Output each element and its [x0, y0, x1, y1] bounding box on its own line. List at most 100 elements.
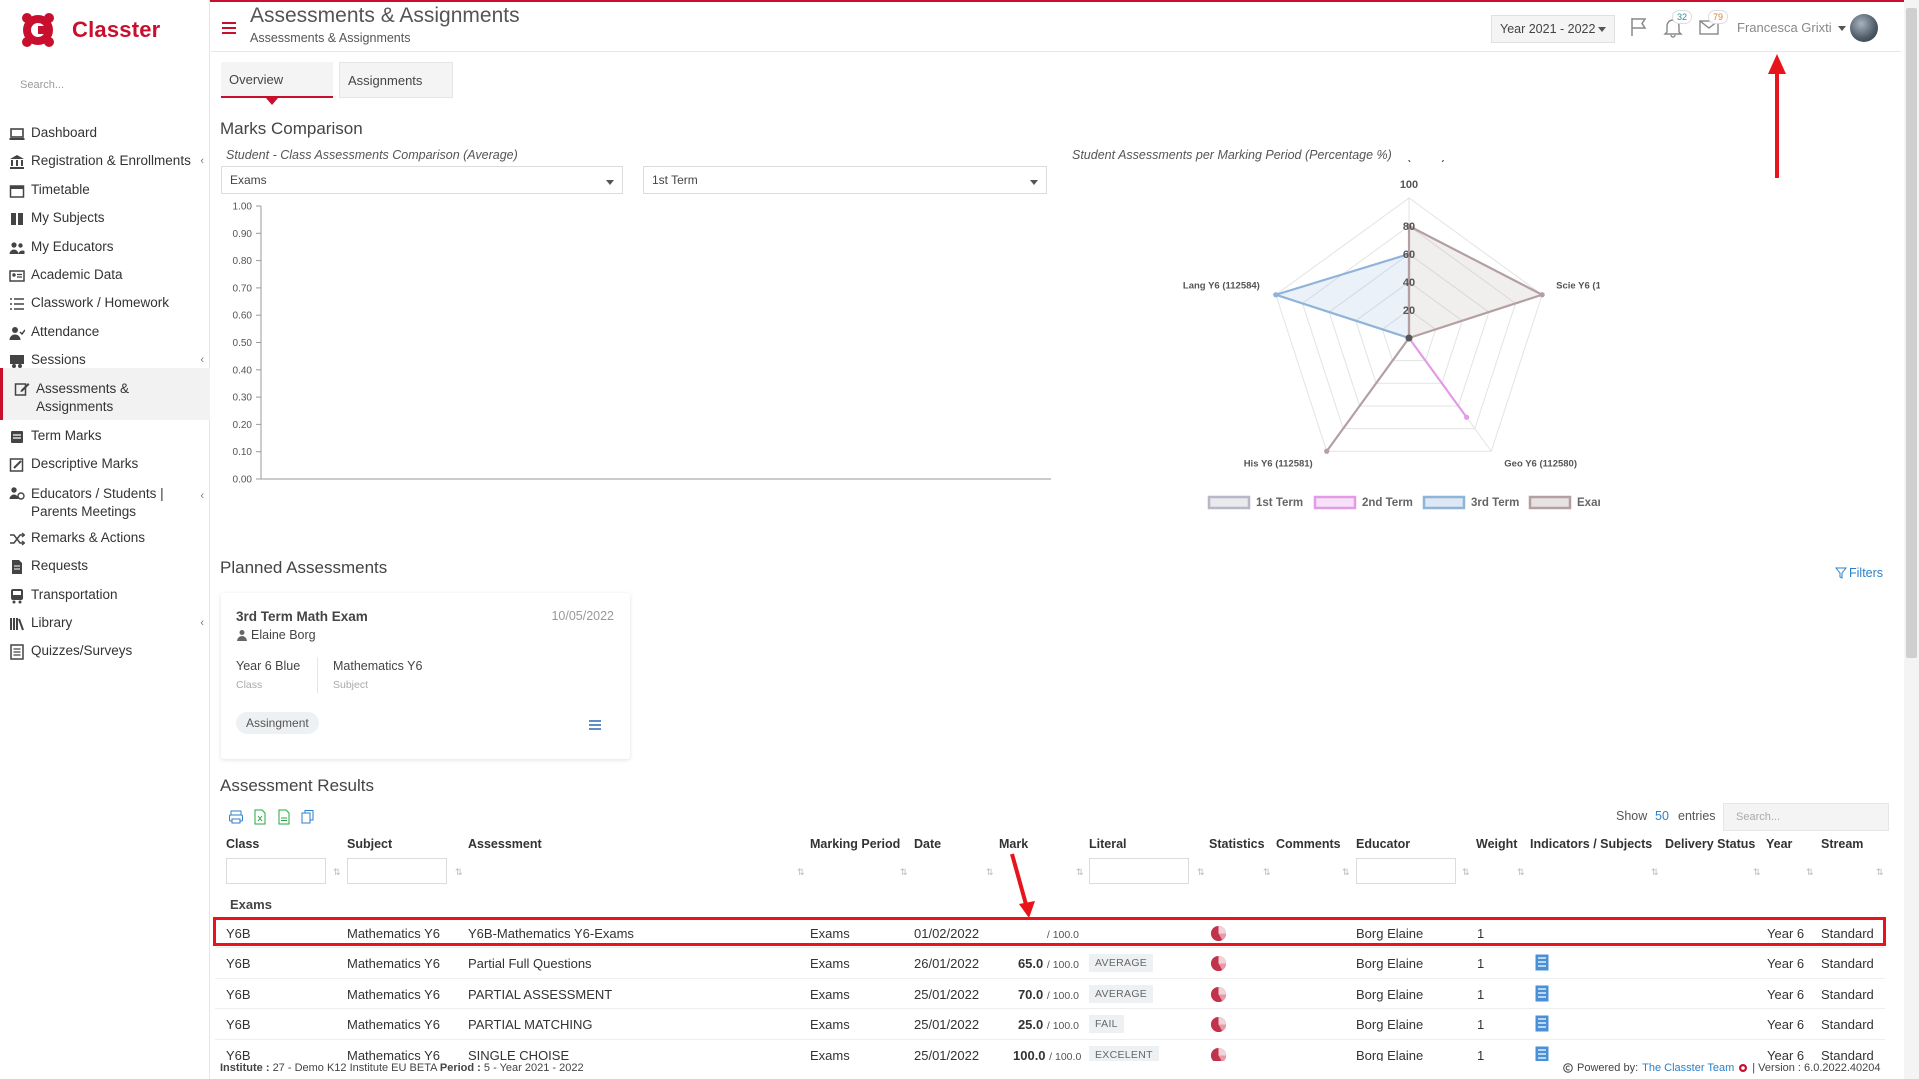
sidebar-item-dashboard[interactable]: Dashboard [0, 125, 210, 142]
column-header-comments[interactable]: Comments [1276, 837, 1341, 851]
app-logo[interactable]: Classter [18, 10, 160, 50]
sidebar-item-assessments-assignments[interactable]: Assessments & Assignments [0, 368, 210, 420]
table-row[interactable]: Y6B Mathematics Y6 SINGLE CHOISE Exams 25/01… [215, 1039, 1885, 1061]
column-header-educator[interactable]: Educator [1356, 837, 1410, 851]
sidebar-item-transportation[interactable]: Transportation [0, 587, 210, 604]
y-tick-label: 0.50 [233, 338, 253, 349]
column-header-delivery-status[interactable]: Delivery Status [1665, 837, 1755, 851]
sort-icon[interactable]: ⇅ [1342, 867, 1350, 878]
indicators-list-icon[interactable] [1535, 954, 1549, 971]
powered-link[interactable]: The Classter Team [1642, 1062, 1734, 1074]
filters-button[interactable]: Filters [1835, 566, 1883, 580]
sort-icon[interactable]: ⇅ [455, 867, 463, 878]
sidebar-item-my-subjects[interactable]: My Subjects [0, 210, 210, 227]
user-menu[interactable]: Francesca Grixti [1737, 20, 1832, 35]
sidebar-item-classwork-homework[interactable]: Classwork / Homework [0, 295, 210, 312]
indicators-list-icon[interactable] [1535, 1015, 1549, 1032]
sort-icon[interactable]: ⇅ [1197, 867, 1205, 878]
copy-icon[interactable] [300, 809, 316, 825]
table-row[interactable]: Y6B Mathematics Y6 PARTIAL ASSESSMENT Exams… [215, 978, 1885, 1008]
page-length-select[interactable]: 50 [1655, 809, 1669, 823]
excel-export-icon[interactable] [252, 809, 268, 825]
indicators-list-icon[interactable] [1535, 1046, 1549, 1061]
cell-period: Exams [810, 956, 850, 971]
column-filter-input[interactable] [1356, 858, 1456, 884]
version-text: | Version : 6.0.2022.40204 [1752, 1062, 1881, 1074]
sort-icon[interactable]: ⇅ [797, 867, 805, 878]
sidebar-item-registration-enrollments[interactable]: Registration & Enrollments ‹ [0, 153, 210, 170]
legend-label[interactable]: 3rd Term [1471, 497, 1519, 509]
sidebar-item-requests[interactable]: Requests [0, 558, 210, 575]
sort-icon[interactable]: ⇅ [986, 867, 994, 878]
column-header-marking-period[interactable]: Marking Period [810, 837, 900, 851]
sidebar-item-descriptive-marks[interactable]: Descriptive Marks [0, 456, 210, 473]
sidebar-item-my-educators[interactable]: My Educators [0, 239, 210, 256]
sidebar-item-educators-students-parents-meetings[interactable]: Educators / Students | Parents Meetings ‹ [0, 485, 210, 521]
sort-icon[interactable]: ⇅ [1806, 867, 1814, 878]
table-search-input[interactable] [1723, 803, 1889, 831]
table-row[interactable]: Y6B Mathematics Y6 PARTIAL MATCHING Exams 25… [215, 1008, 1885, 1038]
column-header-assessment[interactable]: Assessment [468, 837, 542, 851]
radar-r-tick: 100 [1400, 179, 1418, 191]
table-row[interactable]: Y6B Mathematics Y6 Partial Full Questions E… [215, 947, 1885, 977]
column-header-subject[interactable]: Subject [347, 837, 392, 851]
term-select[interactable]: 1st Term [643, 166, 1047, 194]
sidebar-item-library[interactable]: Library ‹ [0, 615, 210, 632]
sidebar-item-attendance[interactable]: Attendance [0, 324, 210, 341]
tab-assignments[interactable]: Assignments [339, 62, 453, 98]
legend-label[interactable]: Exams [1577, 497, 1600, 509]
column-header-date[interactable]: Date [914, 837, 941, 851]
statistics-pie-icon[interactable] [1210, 1016, 1227, 1033]
csv-export-icon[interactable] [276, 809, 292, 825]
cell-educator: Borg Elaine [1356, 956, 1424, 971]
sort-icon[interactable]: ⇅ [333, 867, 341, 878]
sidebar-item-remarks-actions[interactable]: Remarks & Actions [0, 530, 210, 547]
column-header-mark[interactable]: Mark [999, 837, 1028, 851]
sort-icon[interactable]: ⇅ [1462, 867, 1470, 878]
planned-assessment-card[interactable]: 3rd Term Math Exam 10/05/2022 Elaine Bor… [221, 593, 630, 759]
sidebar: Classter Dashboard Registration & Enrollm… [0, 0, 210, 1079]
statistics-pie-icon[interactable] [1210, 1047, 1227, 1061]
sessions-icon [10, 355, 24, 368]
column-header-year[interactable]: Year [1766, 837, 1792, 851]
column-header-weight[interactable]: Weight [1476, 837, 1517, 851]
sort-icon[interactable]: ⇅ [900, 867, 908, 878]
sidebar-search-input[interactable] [10, 74, 200, 96]
tab-overview[interactable]: Overview [221, 62, 333, 105]
menu-toggle-icon[interactable] [222, 22, 236, 34]
statistics-pie-icon[interactable] [1210, 986, 1227, 1003]
column-header-class[interactable]: Class [226, 837, 259, 851]
card-menu-icon[interactable] [589, 720, 601, 730]
column-filter-input[interactable] [347, 858, 447, 884]
sort-icon[interactable]: ⇅ [1263, 867, 1271, 878]
avatar[interactable] [1850, 14, 1878, 42]
print-icon[interactable] [228, 809, 244, 825]
page-scrollbar-thumb[interactable] [1906, 8, 1917, 658]
column-filter-input[interactable] [1089, 858, 1189, 884]
sidebar-item-term-marks[interactable]: Term Marks [0, 428, 210, 445]
statistics-pie-icon[interactable] [1210, 955, 1227, 972]
column-header-literal[interactable]: Literal [1089, 837, 1127, 851]
column-header-statistics[interactable]: Statistics [1209, 837, 1265, 851]
sidebar-item-academic-data[interactable]: Academic Data [0, 267, 210, 284]
year-selector[interactable]: Year 2021 - 2022 [1491, 15, 1615, 43]
indicators-list-icon[interactable] [1535, 985, 1549, 1002]
legend-label[interactable]: 2nd Term [1362, 497, 1413, 509]
messages-button[interactable]: 79 [1698, 10, 1728, 38]
sort-icon[interactable]: ⇅ [1876, 867, 1884, 878]
sort-icon[interactable]: ⇅ [1517, 867, 1525, 878]
flag-icon[interactable] [1628, 16, 1650, 38]
sort-icon[interactable]: ⇅ [1651, 867, 1659, 878]
assessment-type-select[interactable]: Exams [221, 166, 623, 194]
column-header-indicators-subjects[interactable]: Indicators / Subjects [1530, 837, 1652, 851]
column-header-stream[interactable]: Stream [1821, 837, 1863, 851]
sidebar-item-sessions[interactable]: Sessions ‹ [0, 352, 210, 369]
sort-icon[interactable]: ⇅ [1753, 867, 1761, 878]
sidebar-item-quizzes-surveys[interactable]: Quizzes/Surveys [0, 643, 210, 660]
notifications-button[interactable]: 32 [1662, 10, 1692, 38]
sort-icon[interactable]: ⇅ [1076, 867, 1084, 878]
chevron-down-icon[interactable] [1838, 26, 1846, 31]
column-filter-input[interactable] [226, 858, 326, 884]
sidebar-item-timetable[interactable]: Timetable [0, 182, 210, 199]
legend-label[interactable]: 1st Term [1256, 497, 1303, 509]
